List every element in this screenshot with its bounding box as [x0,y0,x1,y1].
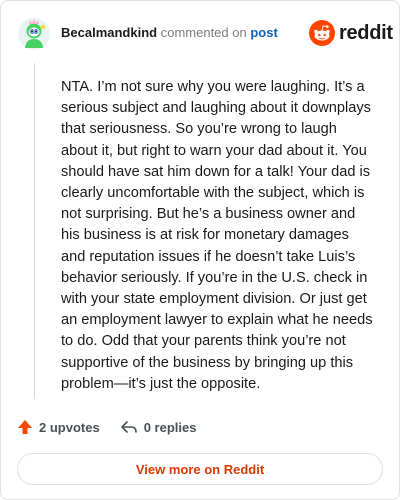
reddit-logo[interactable]: reddit [309,19,393,47]
reply-count: 0 replies [143,419,197,435]
reddit-snoo-icon [309,20,335,46]
view-more-button[interactable]: View more on Reddit [17,453,383,485]
commented-on-text: commented on [160,25,247,40]
upvote-count: 2 upvotes [39,419,100,435]
thread-line [34,63,35,399]
upvote-arrow-icon [18,420,32,434]
view-more-label: View more on Reddit [135,461,265,477]
comment-header: Becalmandkind commented on post [61,24,278,42]
author-name[interactable]: Becalmandkind [61,25,157,40]
comment-actions: 2 upvotes 0 replies [17,417,196,437]
reddit-wordmark: reddit [339,21,393,44]
reply-button[interactable]: 0 replies [120,419,197,435]
upvote-button[interactable]: 2 upvotes [17,419,100,435]
post-link[interactable]: post [250,25,277,40]
comment-body: NTA. I’m not sure why you were laughing.… [61,79,373,392]
reply-arrow-icon [120,421,137,433]
user-avatar[interactable] [17,17,51,51]
comment-embed-card: Becalmandkind commented on post reddit N… [0,0,400,500]
